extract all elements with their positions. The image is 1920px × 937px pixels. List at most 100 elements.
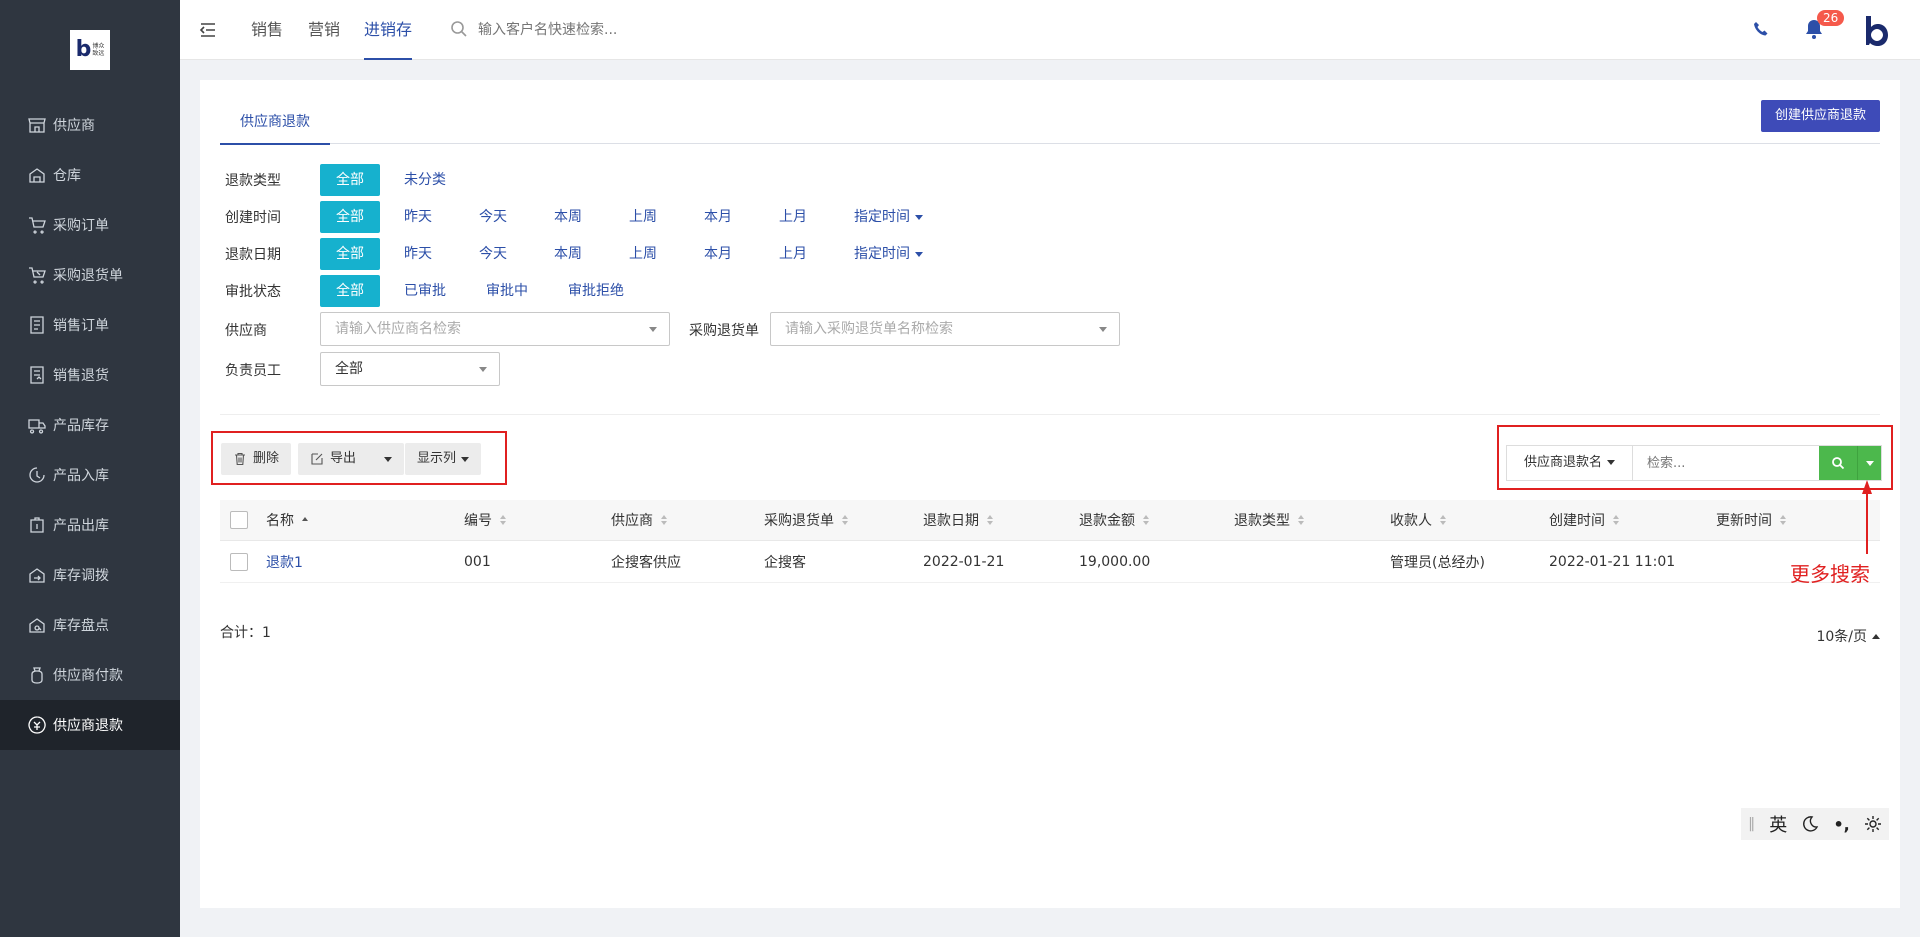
caret-down-icon xyxy=(1099,327,1107,332)
customer-search-input[interactable] xyxy=(478,18,778,42)
sidebar-item[interactable]: 销售订单 xyxy=(0,300,180,350)
staff-select[interactable]: 全部 xyxy=(320,352,500,386)
chip-option[interactable]: 今天 xyxy=(463,238,523,270)
chip-option[interactable]: 全部 xyxy=(320,238,380,270)
tab-marketing[interactable]: 营销 xyxy=(308,0,340,60)
supplier-select[interactable]: 请输入供应商名检索 xyxy=(320,312,670,346)
filter-label: 审批状态 xyxy=(225,284,281,300)
sort-icon xyxy=(1780,515,1786,525)
col-refund-amount[interactable]: 退款金额 xyxy=(1079,500,1149,540)
sidebar-item-label: 供应商退款 xyxy=(53,718,123,734)
col-created-time[interactable]: 创建时间 xyxy=(1549,500,1619,540)
punctuation-icon[interactable]: •, xyxy=(1833,815,1849,834)
chip-option[interactable]: 已审批 xyxy=(388,275,462,307)
caret-down-icon xyxy=(461,456,470,462)
ime-language-toggle[interactable]: 英 xyxy=(1769,811,1787,837)
sidebar-item-label: 供应商付款 xyxy=(53,668,123,684)
show-columns-button[interactable]: 显示列 xyxy=(405,443,482,475)
chip-option[interactable]: 上周 xyxy=(613,201,673,233)
sidebar-item[interactable]: 产品出库 xyxy=(0,500,180,550)
sidebar: b 博众 致远 供应商 仓库 采购订单 采购退货单 销售订单 销售退货 产品库存 产品入库产品… xyxy=(0,0,180,937)
custom-time-dropdown[interactable]: 指定时间 xyxy=(838,201,939,233)
inbound-icon xyxy=(28,466,46,484)
staff-label: 负责员工 xyxy=(225,363,281,379)
notification-badge: 26 xyxy=(1817,10,1845,26)
brand-mark-icon[interactable] xyxy=(1860,14,1890,46)
delete-button[interactable]: 删除 xyxy=(221,443,292,475)
sidebar-nav: 供应商 仓库 采购订单 采购退货单 销售订单 销售退货 产品库存 产品入库产品出库库存调拨 库存… xyxy=(0,100,180,750)
sidebar-item[interactable]: 供应商退款 xyxy=(0,700,180,750)
search-button[interactable] xyxy=(1819,446,1857,480)
chip-option[interactable]: 昨天 xyxy=(388,201,448,233)
purchase-return-select[interactable]: 请输入采购退货单名称检索 xyxy=(770,312,1120,346)
filter-label: 创建时间 xyxy=(225,210,281,226)
tab-supplier-refund[interactable]: 供应商退款 xyxy=(220,100,330,145)
custom-time-dropdown[interactable]: 指定时间 xyxy=(838,238,939,270)
col-name[interactable]: 名称 xyxy=(266,500,308,540)
sidebar-item[interactable]: 库存盘点 xyxy=(0,600,180,650)
search-icon xyxy=(451,21,467,37)
col-purchase-return[interactable]: 采购退货单 xyxy=(764,500,848,540)
sidebar-item[interactable]: 产品入库 xyxy=(0,450,180,500)
sort-icon xyxy=(987,515,993,525)
chip-option[interactable]: 审批拒绝 xyxy=(552,275,640,307)
moon-icon[interactable] xyxy=(1801,815,1819,833)
chip-option[interactable]: 全部 xyxy=(320,164,380,196)
brand-logo[interactable]: b 博众 致远 xyxy=(70,30,110,70)
col-refund-type[interactable]: 退款类型 xyxy=(1234,500,1304,540)
select-all-checkbox[interactable] xyxy=(230,500,248,540)
chip-option[interactable]: 今天 xyxy=(463,201,523,233)
checkbox[interactable] xyxy=(230,511,248,529)
ime-toolbar: ‖ 英 •, xyxy=(1741,808,1889,840)
sidebar-item[interactable]: 产品库存 xyxy=(0,400,180,450)
col-refund-date[interactable]: 退款日期 xyxy=(923,500,993,540)
refund-name-link[interactable]: 退款1 xyxy=(266,541,303,582)
chip-option[interactable]: 本月 xyxy=(688,201,748,233)
chip-option[interactable]: 审批中 xyxy=(470,275,544,307)
chip-option[interactable]: 本周 xyxy=(538,238,598,270)
sidebar-item[interactable]: 库存调拨 xyxy=(0,550,180,600)
gear-icon[interactable] xyxy=(1864,815,1882,833)
chip-option[interactable]: 昨天 xyxy=(388,238,448,270)
search-field-select[interactable]: 供应商退款名 xyxy=(1507,446,1633,480)
logo-letter: b xyxy=(75,37,92,62)
col-code[interactable]: 编号 xyxy=(464,500,506,540)
export-button[interactable]: 导出 xyxy=(298,443,378,475)
export-dropdown-button[interactable] xyxy=(376,443,404,475)
sidebar-item-label: 产品出库 xyxy=(53,518,109,534)
col-supplier[interactable]: 供应商 xyxy=(611,500,667,540)
page-size-select[interactable]: 10条/页 xyxy=(1816,626,1880,646)
col-payee[interactable]: 收款人 xyxy=(1390,500,1446,540)
col-updated-time[interactable]: 更新时间 xyxy=(1716,500,1786,540)
cell-amount: 19,000.00 xyxy=(1079,553,1151,570)
chip-option[interactable]: 上月 xyxy=(763,238,823,270)
sidebar-item[interactable]: 采购退货单 xyxy=(0,250,180,300)
more-search-dropdown[interactable] xyxy=(1857,446,1881,480)
caret-down-icon xyxy=(1607,460,1615,465)
menu-toggle-icon[interactable] xyxy=(198,20,218,40)
row-checkbox[interactable] xyxy=(230,541,248,582)
tab-sales[interactable]: 销售 xyxy=(251,0,283,60)
phone-icon[interactable] xyxy=(1752,20,1770,38)
chip-option[interactable]: 本月 xyxy=(688,238,748,270)
sidebar-item[interactable]: 采购订单 xyxy=(0,200,180,250)
sidebar-item[interactable]: 销售退货 xyxy=(0,350,180,400)
chip-option[interactable]: 全部 xyxy=(320,201,380,233)
create-supplier-refund-button[interactable]: 创建供应商退款 xyxy=(1760,100,1880,132)
chip-option[interactable]: 全部 xyxy=(320,275,380,307)
chip-option[interactable]: 上周 xyxy=(613,238,673,270)
tab-inventory[interactable]: 进销存 xyxy=(364,0,413,60)
checkbox[interactable] xyxy=(230,552,248,571)
cell-refund-date: 2022-01-21 xyxy=(923,553,1005,570)
chip-option[interactable]: 未分类 xyxy=(388,164,462,196)
chip-option[interactable]: 本周 xyxy=(538,201,598,233)
table-search-input[interactable] xyxy=(1633,446,1819,480)
drag-handle-icon[interactable]: ‖ xyxy=(1748,816,1755,832)
store-icon xyxy=(28,116,46,134)
filter-approval-status: 审批状态 全部 已审批 审批中 审批拒绝 xyxy=(225,275,648,307)
sidebar-item[interactable]: 供应商付款 xyxy=(0,650,180,700)
sidebar-item[interactable]: 供应商 xyxy=(0,100,180,150)
cell-purchase-return: 企搜客 xyxy=(764,554,806,571)
sidebar-item[interactable]: 仓库 xyxy=(0,150,180,200)
chip-option[interactable]: 上月 xyxy=(763,201,823,233)
